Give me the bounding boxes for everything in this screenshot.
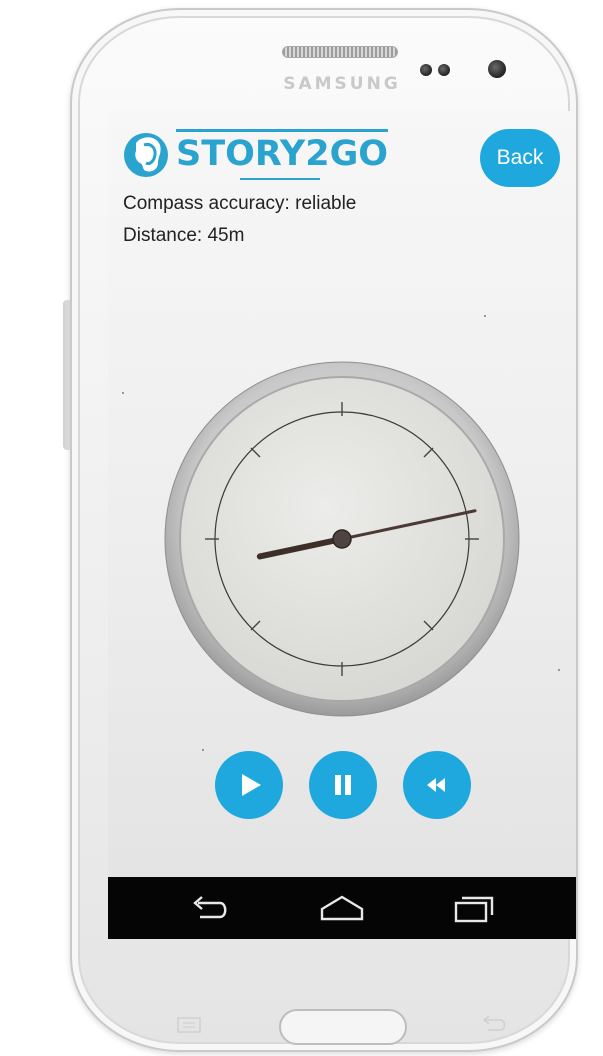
needle-hub bbox=[332, 529, 352, 549]
playback-controls bbox=[215, 751, 475, 821]
distance-text: Distance: 45m bbox=[123, 225, 245, 246]
rewind-button[interactable] bbox=[403, 751, 471, 819]
app-screen: STORY2GO Back Compass accuracy: reliable… bbox=[108, 111, 576, 939]
recent-apps-icon[interactable] bbox=[450, 891, 498, 925]
logo-wordmark: STORY2GO bbox=[176, 129, 389, 176]
play-icon bbox=[242, 774, 261, 796]
compass-dial bbox=[164, 361, 520, 717]
compass-accuracy-text: Compass accuracy: reliable bbox=[123, 193, 357, 214]
proximity-sensor bbox=[420, 64, 432, 76]
home-icon[interactable] bbox=[316, 891, 368, 925]
back-arrow-icon[interactable] bbox=[186, 891, 232, 925]
back-button[interactable]: Back bbox=[480, 129, 560, 187]
pause-icon bbox=[335, 775, 351, 795]
menu-key-icon[interactable] bbox=[172, 1014, 206, 1036]
proximity-sensor-2 bbox=[438, 64, 450, 76]
screen-speck bbox=[202, 749, 204, 751]
screen-speck bbox=[122, 392, 124, 394]
back-key-icon[interactable] bbox=[476, 1012, 510, 1036]
device-frame: SAMSUNG STORY2GO Back Compass accuracy: … bbox=[0, 0, 603, 1056]
system-nav-bar bbox=[108, 877, 576, 939]
screen-speck bbox=[558, 669, 560, 671]
earpiece-speaker bbox=[282, 46, 398, 58]
head-silhouette-icon bbox=[124, 133, 168, 177]
play-button[interactable] bbox=[215, 751, 283, 819]
logo-tagline bbox=[240, 177, 320, 182]
rewind-icon bbox=[427, 778, 445, 792]
pause-button[interactable] bbox=[309, 751, 377, 819]
front-camera bbox=[488, 60, 506, 78]
screen-speck bbox=[484, 315, 486, 317]
home-key[interactable] bbox=[276, 1006, 410, 1048]
brand-label: SAMSUNG bbox=[283, 74, 401, 94]
